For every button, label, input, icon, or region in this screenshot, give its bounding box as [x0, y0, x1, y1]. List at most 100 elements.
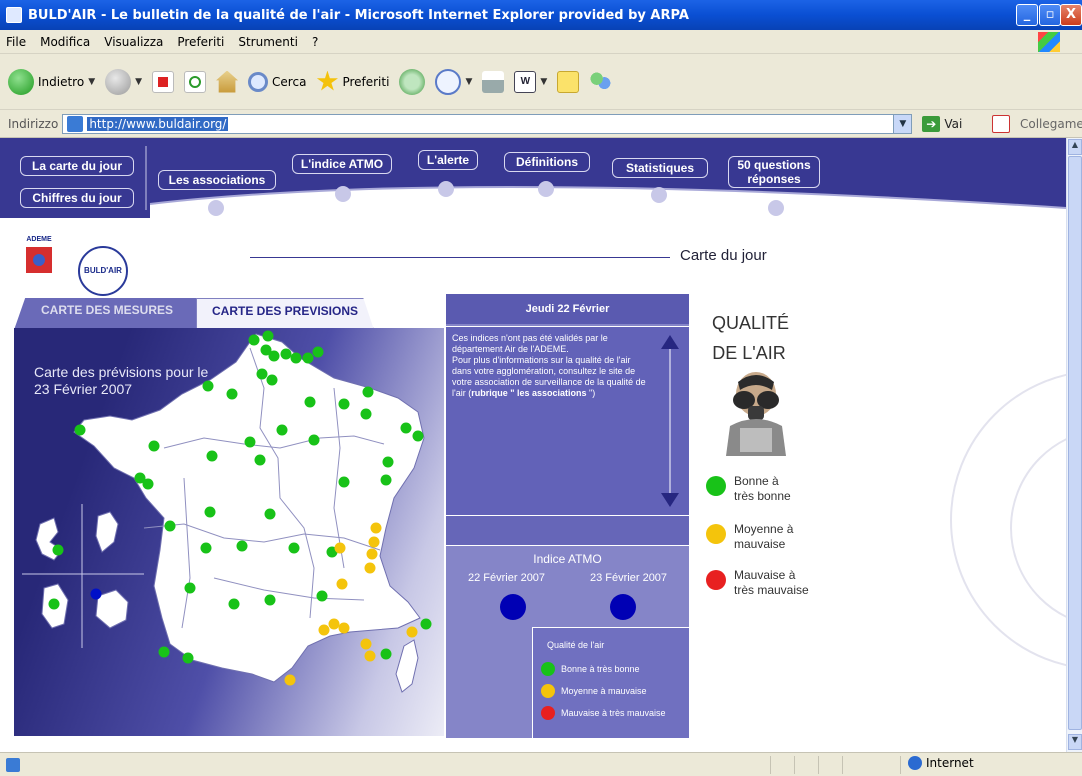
nav-indice-atmo[interactable]: L'indice ATMO: [292, 154, 392, 174]
station-dot[interactable]: [318, 624, 330, 636]
tab-carte-des-mesures[interactable]: CARTE DES MESURES: [14, 298, 200, 330]
go-arrow-icon[interactable]: ➔: [922, 115, 941, 132]
station-dot[interactable]: [312, 346, 324, 358]
ademe-logo[interactable]: ADEME: [24, 236, 54, 282]
station-dot[interactable]: [52, 544, 64, 556]
station-dot[interactable]: [200, 542, 212, 554]
buldair-seal-logo[interactable]: BULD'AIR: [78, 246, 128, 296]
station-dot[interactable]: [244, 436, 256, 448]
go-button[interactable]: Vai: [944, 117, 962, 131]
station-dot[interactable]: [362, 386, 374, 398]
pdf-icon[interactable]: [992, 114, 1011, 133]
disclaimer-scrollbar[interactable]: [659, 333, 681, 509]
search-button[interactable]: Cerca: [248, 71, 306, 92]
address-dropdown-icon[interactable]: ▼: [893, 114, 912, 133]
station-dot[interactable]: [304, 396, 316, 408]
station-dot[interactable]: [288, 542, 300, 554]
station-dot[interactable]: [316, 590, 328, 602]
associations-link[interactable]: rubrique " les associations: [471, 388, 586, 398]
menu-modifica[interactable]: Modifica: [40, 35, 90, 49]
station-dot[interactable]: [338, 476, 350, 488]
mail-button[interactable]: ▼: [435, 68, 472, 95]
edit-button[interactable]: W ▼: [514, 70, 547, 93]
station-dot[interactable]: [380, 648, 392, 660]
station-dot[interactable]: [336, 578, 348, 590]
station-dot[interactable]: [290, 352, 302, 364]
nav-50-questions[interactable]: 50 questions réponses: [728, 156, 820, 188]
station-dot[interactable]: [236, 540, 248, 552]
nav-statistiques[interactable]: Statistiques: [612, 158, 708, 178]
station-dot[interactable]: [262, 330, 274, 342]
station-dot[interactable]: [90, 588, 102, 600]
forward-button[interactable]: ▼: [105, 68, 142, 95]
station-dot[interactable]: [364, 562, 376, 574]
nav-alerte[interactable]: L'alerte: [418, 150, 478, 170]
station-dot[interactable]: [206, 450, 218, 462]
station-dot[interactable]: [370, 522, 382, 534]
station-dot[interactable]: [338, 398, 350, 410]
tab-carte-des-previsions[interactable]: CARTE DES PREVISIONS: [196, 298, 374, 330]
station-dot[interactable]: [276, 424, 288, 436]
station-dot[interactable]: [382, 456, 394, 468]
menu-preferiti[interactable]: Preferiti: [177, 35, 224, 49]
station-dot[interactable]: [48, 598, 60, 610]
maximize-button[interactable]: ▫: [1039, 4, 1061, 26]
station-dot[interactable]: [164, 520, 176, 532]
station-dot[interactable]: [148, 440, 160, 452]
station-dot[interactable]: [412, 430, 424, 442]
menu-help[interactable]: ?: [312, 35, 318, 49]
station-dot[interactable]: [264, 508, 276, 520]
station-dot[interactable]: [328, 618, 340, 630]
edit-dropdown-icon[interactable]: ▼: [540, 77, 547, 87]
messenger-button[interactable]: [589, 70, 612, 93]
history-button[interactable]: [399, 68, 426, 95]
station-dot[interactable]: [184, 582, 196, 594]
station-dot[interactable]: [308, 434, 320, 446]
scroll-down-arrow-icon[interactable]: ▼: [1068, 734, 1082, 750]
station-dot[interactable]: [74, 424, 86, 436]
station-dot[interactable]: [256, 368, 268, 380]
station-dot[interactable]: [142, 478, 154, 490]
station-dot[interactable]: [264, 594, 276, 606]
station-dot[interactable]: [204, 506, 216, 518]
station-dot[interactable]: [360, 408, 372, 420]
menu-file[interactable]: File: [6, 35, 26, 49]
station-dot[interactable]: [338, 622, 350, 634]
station-dot[interactable]: [366, 548, 378, 560]
station-dot[interactable]: [228, 598, 240, 610]
back-dropdown-icon[interactable]: ▼: [88, 77, 95, 87]
back-button[interactable]: Indietro ▼: [8, 68, 95, 95]
nav-definitions[interactable]: Définitions: [504, 152, 590, 172]
notes-button[interactable]: [557, 70, 580, 93]
nav-chiffres-du-jour[interactable]: Chiffres du jour: [20, 188, 134, 208]
station-dot[interactable]: [380, 474, 392, 486]
station-dot[interactable]: [268, 350, 280, 362]
print-button[interactable]: [482, 70, 505, 93]
station-dot[interactable]: [266, 374, 278, 386]
station-dot[interactable]: [254, 454, 266, 466]
station-dot[interactable]: [334, 542, 346, 554]
favorites-button[interactable]: Preferiti: [316, 70, 389, 93]
menu-strumenti[interactable]: Strumenti: [238, 35, 298, 49]
minimize-button[interactable]: _: [1016, 4, 1038, 26]
refresh-button[interactable]: [184, 70, 207, 93]
station-dot[interactable]: [248, 334, 260, 346]
mail-dropdown-icon[interactable]: ▼: [465, 77, 472, 87]
nav-associations[interactable]: Les associations: [158, 170, 276, 190]
nav-carte-du-jour[interactable]: La carte du jour: [20, 156, 134, 176]
close-button[interactable]: X: [1060, 4, 1082, 26]
station-dot[interactable]: [368, 536, 380, 548]
page-scrollbar[interactable]: ▲ ▼: [1066, 138, 1082, 752]
station-dot[interactable]: [364, 650, 376, 662]
menu-visualizza[interactable]: Visualizza: [104, 35, 163, 49]
forward-dropdown-icon[interactable]: ▼: [135, 77, 142, 87]
station-dot[interactable]: [360, 638, 372, 650]
station-dot[interactable]: [302, 352, 314, 364]
station-dot[interactable]: [400, 422, 412, 434]
address-input[interactable]: http://www.buldair.org/ ▼: [62, 113, 913, 134]
station-dot[interactable]: [280, 348, 292, 360]
stop-button[interactable]: [152, 70, 175, 93]
station-dot[interactable]: [420, 618, 432, 630]
scrollbar-thumb[interactable]: [1068, 156, 1082, 730]
station-dot[interactable]: [406, 626, 418, 638]
